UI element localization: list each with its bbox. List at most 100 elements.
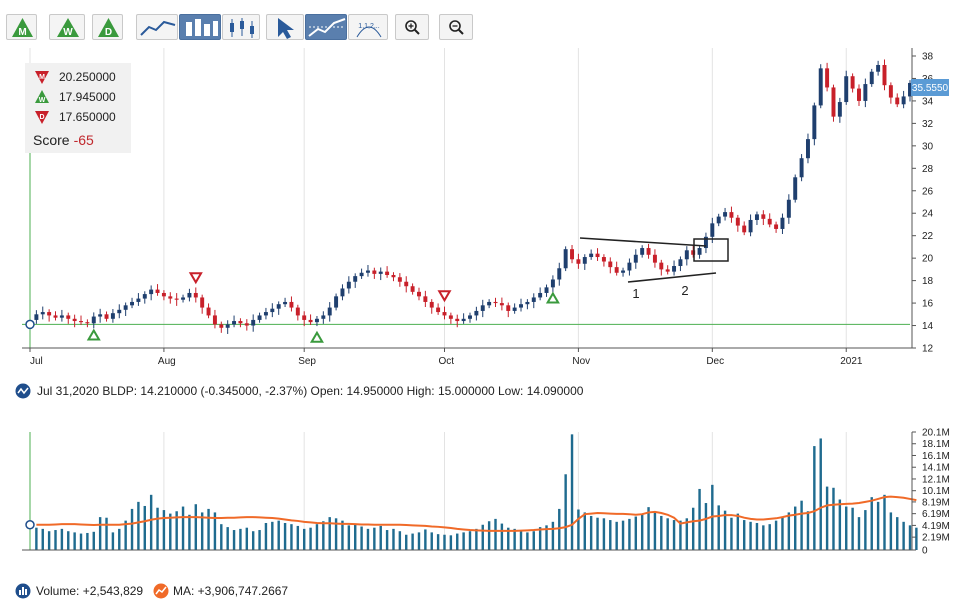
price-tick-label: 38 bbox=[922, 52, 934, 63]
candle-body bbox=[582, 257, 587, 264]
volume-bar bbox=[35, 527, 38, 550]
candlestick-chart-button[interactable] bbox=[222, 14, 260, 40]
time-axis: Jul Aug Sep Oct Nov Dec 2021 bbox=[22, 347, 912, 367]
bar-chart-icon bbox=[186, 19, 218, 36]
volume-bar bbox=[194, 504, 198, 550]
candle-body bbox=[283, 301, 288, 305]
candle-body bbox=[359, 272, 364, 277]
volume-bar bbox=[870, 497, 873, 550]
volume-bar bbox=[360, 526, 363, 550]
candle-body bbox=[646, 248, 651, 255]
candle-body bbox=[314, 318, 319, 323]
volume-bar bbox=[583, 512, 586, 550]
weekly-period-button[interactable]: W bbox=[49, 14, 85, 40]
candle-body bbox=[442, 312, 447, 316]
volume-bar bbox=[417, 532, 421, 550]
volume-tick-label: 20.1M bbox=[922, 428, 950, 439]
volume-bar bbox=[92, 531, 95, 550]
volume-bar bbox=[902, 521, 905, 550]
volume-bar bbox=[271, 521, 274, 550]
fibonacci-tool-button[interactable]: 1,1,2,.. bbox=[348, 14, 388, 40]
daily-period-button[interactable]: D bbox=[92, 14, 123, 40]
candle-body bbox=[123, 305, 128, 310]
volume-tick-label: 16.1M bbox=[922, 451, 950, 462]
volume-bar bbox=[896, 517, 899, 550]
volume-bar bbox=[137, 501, 140, 550]
volume-bar bbox=[354, 524, 357, 550]
volume-bar bbox=[621, 520, 625, 550]
pointer-tool-button[interactable] bbox=[266, 14, 304, 40]
volume-bar bbox=[251, 531, 255, 550]
candle-body bbox=[110, 313, 115, 319]
volume-bar bbox=[538, 527, 542, 550]
candle-body bbox=[531, 297, 536, 302]
candle-body bbox=[225, 324, 230, 328]
volume-bar bbox=[411, 533, 414, 550]
candle-body bbox=[79, 321, 83, 323]
candle-body bbox=[448, 315, 453, 319]
candle-body bbox=[729, 212, 734, 218]
volume-bars bbox=[35, 434, 918, 550]
volume-bar bbox=[86, 532, 89, 550]
price-tick-label: 18 bbox=[922, 276, 934, 287]
candle-body bbox=[365, 270, 370, 273]
candle-body bbox=[780, 217, 785, 229]
candle-body bbox=[506, 305, 511, 311]
zoom-in-icon bbox=[405, 20, 420, 35]
candle-body bbox=[295, 307, 300, 316]
candle-body bbox=[168, 296, 173, 299]
volume-bar bbox=[551, 521, 555, 550]
volume-bar bbox=[105, 517, 108, 550]
candle-body bbox=[633, 254, 638, 263]
candle-body bbox=[372, 270, 377, 274]
volume-bar bbox=[232, 530, 236, 550]
volume-bar bbox=[704, 503, 708, 550]
candle-body bbox=[206, 307, 211, 316]
candle-body bbox=[499, 303, 504, 306]
zoom-out-button[interactable] bbox=[439, 14, 473, 40]
line-chart-button[interactable] bbox=[136, 14, 178, 40]
time-tick-label: Oct bbox=[438, 356, 454, 367]
volume-bar bbox=[392, 528, 395, 550]
volume-bar bbox=[915, 527, 918, 550]
volume-bar bbox=[264, 522, 268, 550]
candle-body bbox=[130, 301, 135, 306]
volume-bar bbox=[532, 531, 535, 550]
candle-body bbox=[761, 214, 766, 219]
volume-grid bbox=[29, 432, 847, 550]
candle-body bbox=[487, 301, 492, 306]
price-chart[interactable]: 1 2 1214161820222426283032343638 JulAugS… bbox=[0, 44, 964, 424]
volume-bar bbox=[876, 501, 880, 550]
zoom-in-button[interactable] bbox=[395, 14, 429, 40]
volume-bar bbox=[794, 506, 797, 550]
volume-bar bbox=[768, 524, 771, 550]
volume-cursor-marker bbox=[25, 520, 35, 530]
volume-bar bbox=[47, 531, 51, 550]
volume-bar bbox=[468, 531, 472, 550]
candle-body bbox=[684, 250, 689, 260]
price-tick-label: 32 bbox=[922, 119, 934, 130]
candle-body bbox=[212, 315, 217, 325]
price-tick-label: 28 bbox=[922, 164, 934, 175]
volume-bar bbox=[494, 518, 497, 550]
price-tick-label: 34 bbox=[922, 96, 934, 107]
volume-bar bbox=[883, 494, 886, 550]
bar-chart-button[interactable] bbox=[179, 14, 221, 40]
volume-bar bbox=[118, 528, 121, 550]
candle-body bbox=[557, 268, 562, 280]
candle-body bbox=[142, 294, 147, 299]
candle-body bbox=[232, 321, 237, 325]
volume-bar bbox=[481, 524, 484, 550]
candle-body bbox=[40, 312, 45, 315]
candle-body bbox=[404, 281, 409, 287]
volume-chart[interactable]: 0 2.19M4.19M6.19M8.19M10.1M12.1M14.1M16.1… bbox=[0, 424, 964, 564]
ma-series-icon bbox=[153, 583, 169, 599]
volume-bar bbox=[666, 518, 669, 550]
candle-body bbox=[640, 248, 645, 255]
monthly-period-button[interactable]: M bbox=[6, 14, 37, 40]
candle-body bbox=[346, 281, 351, 289]
weekly-signal-letter: W bbox=[39, 97, 46, 104]
trendline-tool-button[interactable] bbox=[305, 14, 347, 40]
volume-bar bbox=[162, 510, 166, 550]
volume-bar bbox=[577, 509, 580, 550]
